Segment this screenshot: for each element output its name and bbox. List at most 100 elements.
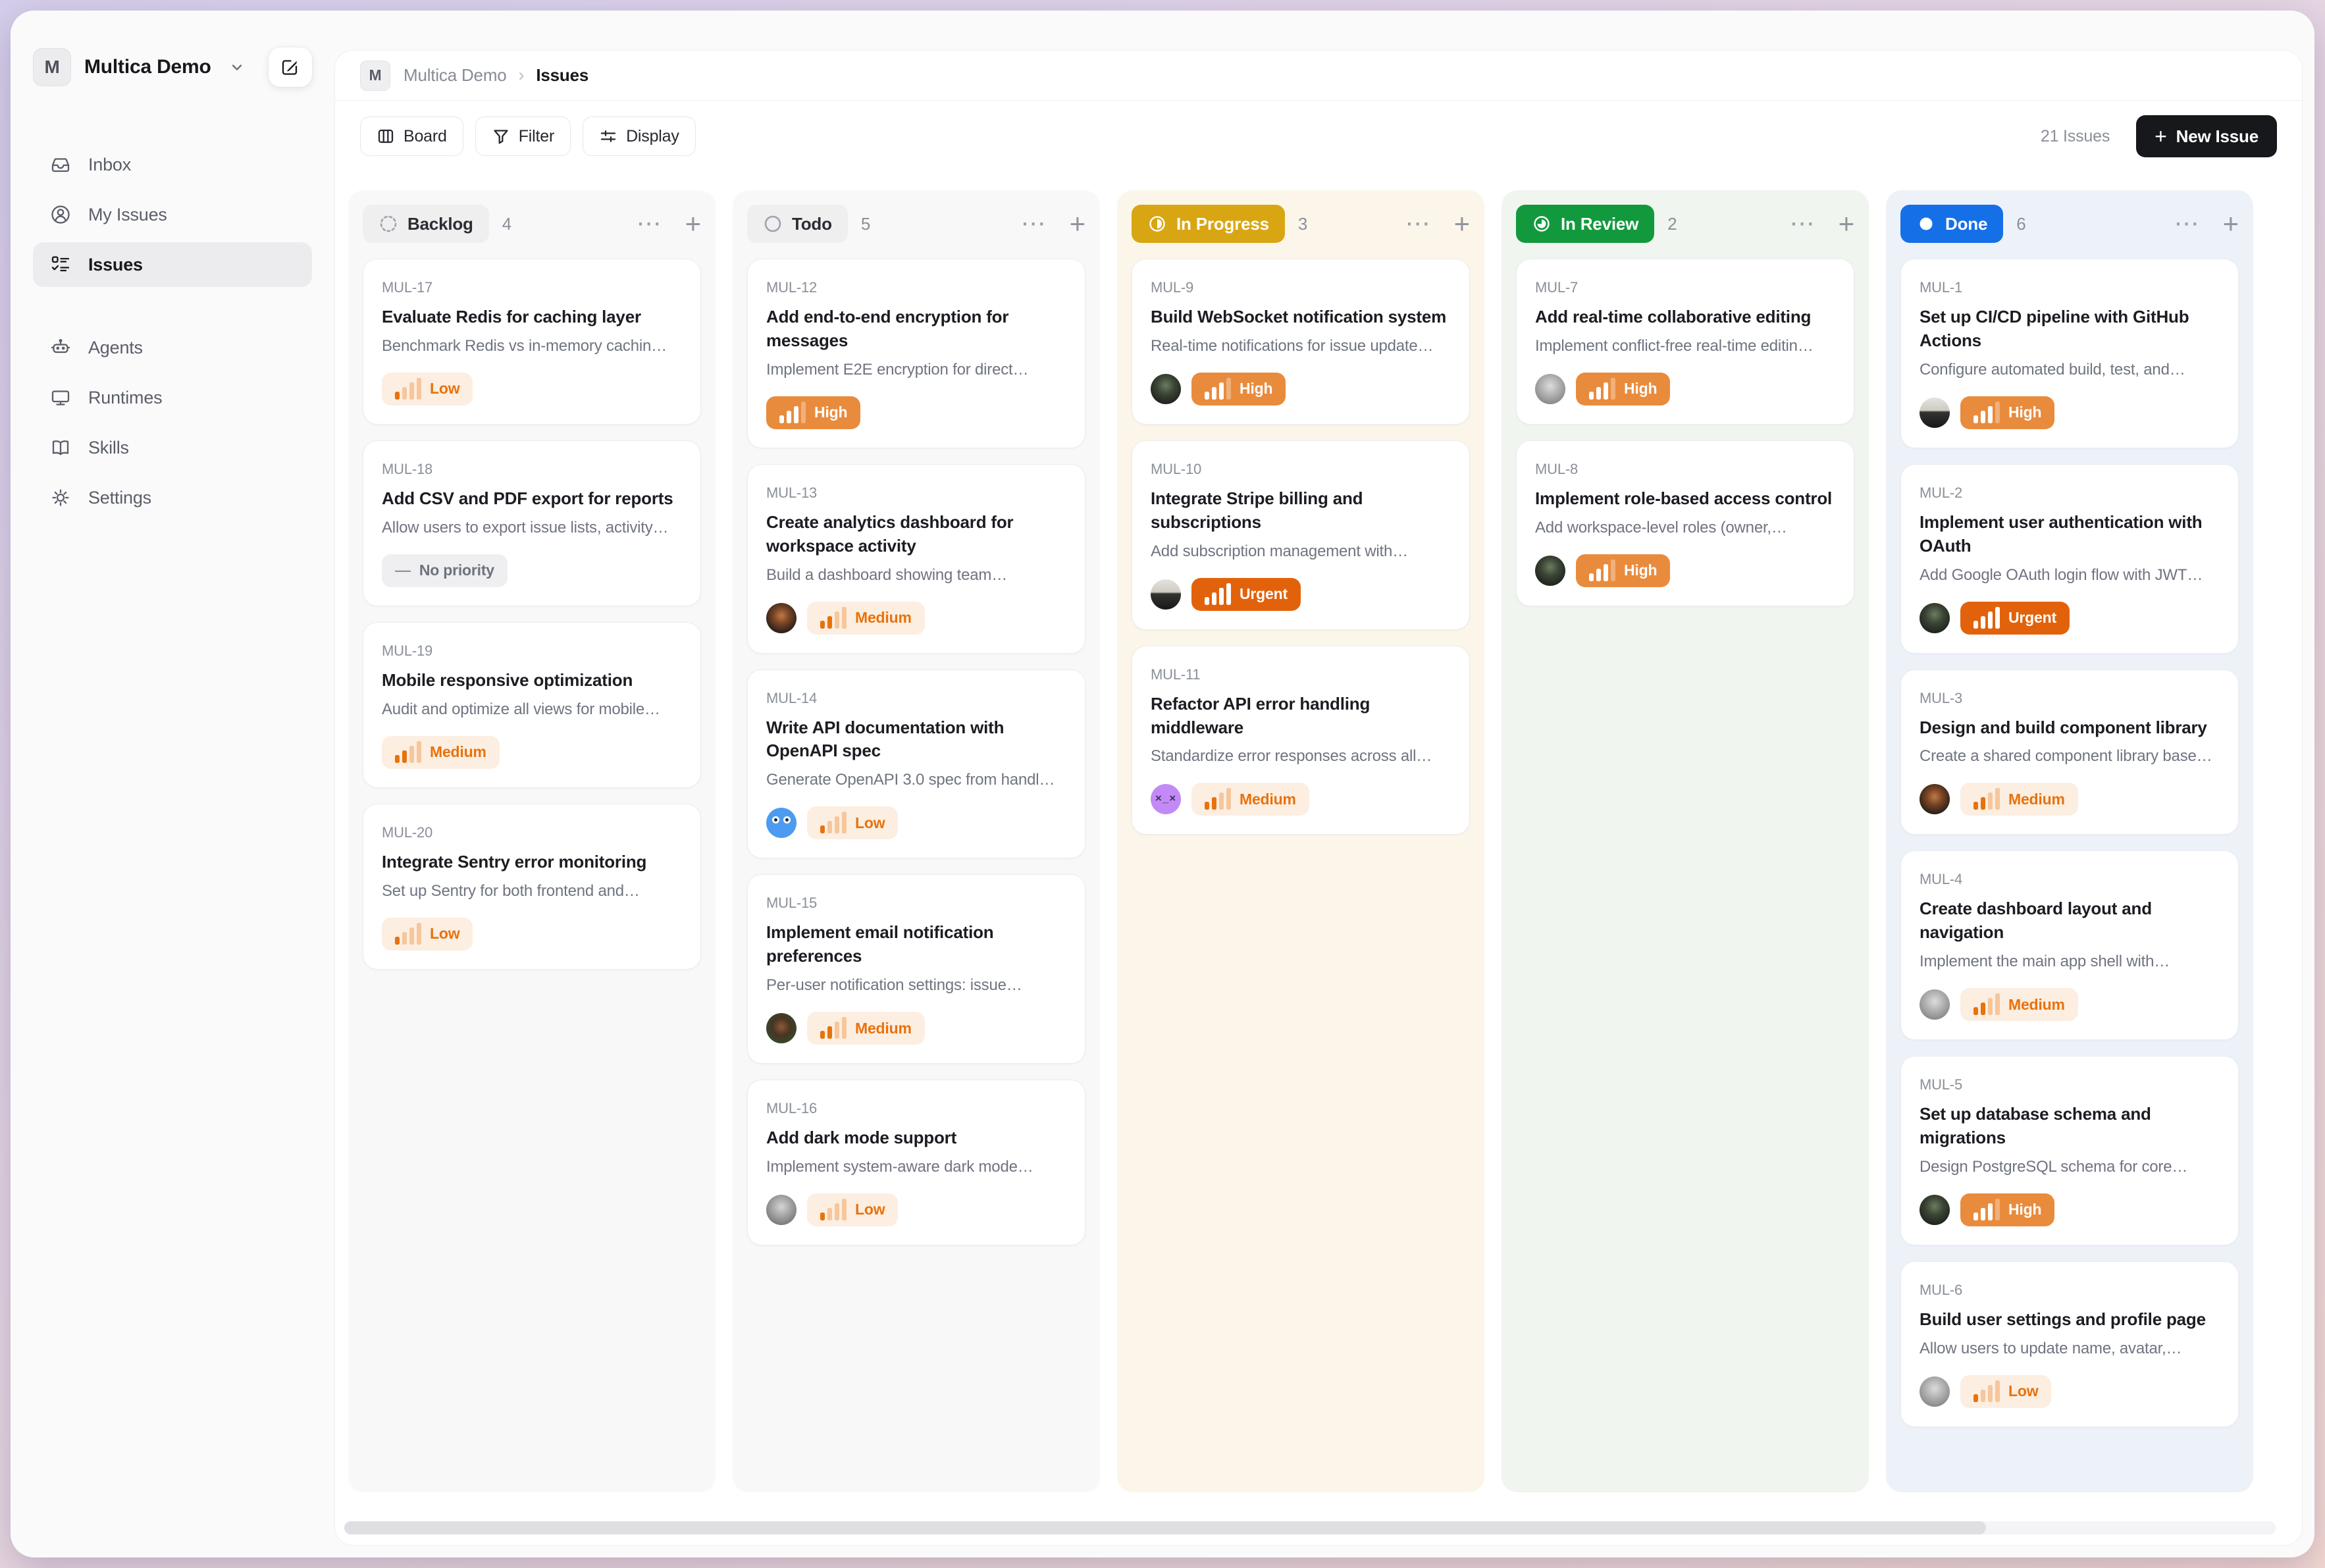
user-circle-icon — [49, 203, 72, 226]
assignee-avatar-man-dark-green — [1151, 374, 1181, 404]
column-count: 2 — [1667, 214, 1677, 234]
priority-label: Medium — [1240, 791, 1296, 808]
assignee-avatar-grayscale-blonde — [1920, 1376, 1950, 1407]
issue-title: Integrate Stripe billing and subscriptio… — [1151, 487, 1451, 535]
status-label: In Progress — [1176, 214, 1269, 234]
priority-bars-icon — [395, 379, 421, 400]
priority-badge-high: High — [1191, 373, 1286, 405]
issue-meta: High — [766, 396, 1066, 429]
sidebar-item-label: Agents — [88, 338, 143, 358]
assignee-avatar-woman-dark-portrait — [1920, 784, 1950, 814]
issue-card-mul-19[interactable]: MUL-19Mobile responsive optimizationAudi… — [363, 622, 701, 788]
breadcrumb: M Multica Demo › Issues — [335, 51, 2302, 101]
issue-card-mul-9[interactable]: MUL-9Build WebSocket notification system… — [1132, 259, 1470, 425]
issue-title: Create analytics dashboard for workspace… — [766, 511, 1066, 558]
issue-card-mul-17[interactable]: MUL-17Evaluate Redis for caching layerBe… — [363, 259, 701, 425]
issue-card-mul-12[interactable]: MUL-12Add end-to-end encryption for mess… — [747, 259, 1085, 448]
priority-bars-icon — [1973, 608, 2000, 629]
sidebar-item-inbox[interactable]: Inbox — [33, 142, 312, 187]
horizontal-scrollbar[interactable] — [344, 1521, 2276, 1534]
priority-badge-medium: Medium — [807, 602, 925, 635]
priority-badge-medium: Medium — [1960, 783, 2078, 816]
issue-meta: High — [1920, 1193, 2220, 1226]
display-button[interactable]: Display — [583, 117, 696, 156]
priority-badge-low: Low — [1960, 1375, 2051, 1408]
column-header: Backlog4⋯+ — [363, 205, 701, 243]
priority-badge-low: Low — [807, 806, 898, 839]
issue-card-mul-3[interactable]: MUL-3Design and build component libraryC… — [1900, 669, 2239, 835]
breadcrumb-workspace[interactable]: Multica Demo — [404, 65, 507, 86]
inbox-icon — [49, 153, 72, 176]
issue-description: Audit and optimize all views for mobile… — [382, 700, 682, 719]
new-issue-button[interactable]: + New Issue — [2136, 115, 2277, 157]
issue-title: Mobile responsive optimization — [382, 669, 682, 693]
issue-id: MUL-18 — [382, 461, 682, 478]
assignee-avatar-grayscale-blonde — [1535, 374, 1565, 404]
column-count: 6 — [2016, 214, 2025, 234]
sidebar-item-issues[interactable]: Issues — [33, 242, 312, 287]
sidebar-item-label: Skills — [88, 438, 129, 458]
issue-card-mul-2[interactable]: MUL-2Implement user authentication with … — [1900, 464, 2239, 654]
issue-meta: Low — [382, 373, 682, 405]
issue-card-mul-4[interactable]: MUL-4Create dashboard layout and navigat… — [1900, 850, 2239, 1040]
sidebar-item-skills[interactable]: Skills — [33, 425, 312, 470]
book-icon — [49, 436, 72, 459]
checklist-icon — [49, 253, 72, 276]
issue-description: Implement system-aware dark mode… — [766, 1158, 1066, 1176]
issue-card-mul-7[interactable]: MUL-7Add real-time collaborative editing… — [1516, 259, 1854, 425]
priority-badge-urgent: Urgent — [1960, 602, 2070, 635]
priority-bars-icon — [1973, 1381, 2000, 1402]
issue-card-mul-8[interactable]: MUL-8Implement role-based access control… — [1516, 440, 1854, 606]
status-badge[interactable]: Todo — [747, 205, 848, 243]
issue-title: Write API documentation with OpenAPI spe… — [766, 716, 1066, 764]
priority-badge-medium: Medium — [1960, 988, 2078, 1021]
issue-title: Implement user authentication with OAuth — [1920, 511, 2220, 558]
board-button[interactable]: Board — [360, 117, 463, 156]
compose-button[interactable] — [269, 47, 312, 87]
status-badge[interactable]: In Progress — [1132, 205, 1285, 243]
assignee-avatar-purple-dizzy — [1151, 784, 1181, 814]
issue-card-mul-14[interactable]: MUL-14Write API documentation with OpenA… — [747, 669, 1085, 859]
issue-description: Add subscription management with… — [1151, 542, 1451, 561]
breadcrumb-current: Issues — [536, 65, 588, 86]
issue-card-mul-11[interactable]: MUL-11Refactor API error handling middle… — [1132, 646, 1470, 835]
priority-bars-icon — [1973, 789, 2000, 810]
issue-card-mul-6[interactable]: MUL-6Build user settings and profile pag… — [1900, 1261, 2239, 1427]
column-in-review: In Review2⋯+MUL-7Add real-time collabora… — [1502, 190, 1869, 1492]
issue-card-mul-15[interactable]: MUL-15Implement email notification prefe… — [747, 874, 1085, 1064]
priority-badge-high: High — [1960, 396, 2054, 429]
column-in-progress: In Progress3⋯+MUL-9Build WebSocket notif… — [1117, 190, 1484, 1492]
issue-description: Build a dashboard showing team… — [766, 566, 1066, 585]
issue-meta: Low — [382, 918, 682, 951]
issue-card-mul-16[interactable]: MUL-16Add dark mode supportImplement sys… — [747, 1080, 1085, 1245]
priority-label: Low — [430, 925, 459, 943]
issue-description: Implement conflict-free real-time editin… — [1535, 337, 1835, 355]
chevron-down-icon[interactable] — [228, 59, 246, 76]
sidebar-item-my-issues[interactable]: My Issues — [33, 192, 312, 237]
sidebar-item-runtimes[interactable]: Runtimes — [33, 375, 312, 420]
priority-label: High — [1624, 562, 1657, 579]
column-header: Done6⋯+ — [1900, 205, 2239, 243]
issue-card-mul-1[interactable]: MUL-1Set up CI/CD pipeline with GitHub A… — [1900, 259, 2239, 448]
issue-card-mul-20[interactable]: MUL-20Integrate Sentry error monitoringS… — [363, 804, 701, 970]
workspace-name[interactable]: Multica Demo — [84, 56, 211, 78]
issue-title: Add real-time collaborative editing — [1535, 305, 1835, 329]
sidebar-item-settings[interactable]: Settings — [33, 475, 312, 520]
compose-icon — [280, 57, 301, 78]
priority-badge-medium: Medium — [1191, 783, 1309, 816]
status-badge[interactable]: Backlog — [363, 205, 489, 243]
issue-card-mul-5[interactable]: MUL-5Set up database schema and migratio… — [1900, 1056, 2239, 1245]
issue-card-mul-10[interactable]: MUL-10Integrate Stripe billing and subsc… — [1132, 440, 1470, 630]
sidebar-item-agents[interactable]: Agents — [33, 325, 312, 370]
priority-label: Low — [855, 814, 885, 832]
status-badge[interactable]: In Review — [1516, 205, 1654, 243]
issue-description: Add Google OAuth login flow with JWT… — [1920, 566, 2220, 585]
issue-card-mul-18[interactable]: MUL-18Add CSV and PDF export for reports… — [363, 440, 701, 606]
assignee-avatar-man-dark-green — [1920, 603, 1950, 633]
priority-badge-low: Low — [382, 918, 473, 951]
horizontal-scrollbar-thumb[interactable] — [344, 1521, 1986, 1534]
status-badge[interactable]: Done — [1900, 205, 2003, 243]
issue-card-mul-13[interactable]: MUL-13Create analytics dashboard for wor… — [747, 464, 1085, 654]
filter-button[interactable]: Filter — [475, 117, 571, 156]
issue-title: Build user settings and profile page — [1920, 1308, 2220, 1332]
